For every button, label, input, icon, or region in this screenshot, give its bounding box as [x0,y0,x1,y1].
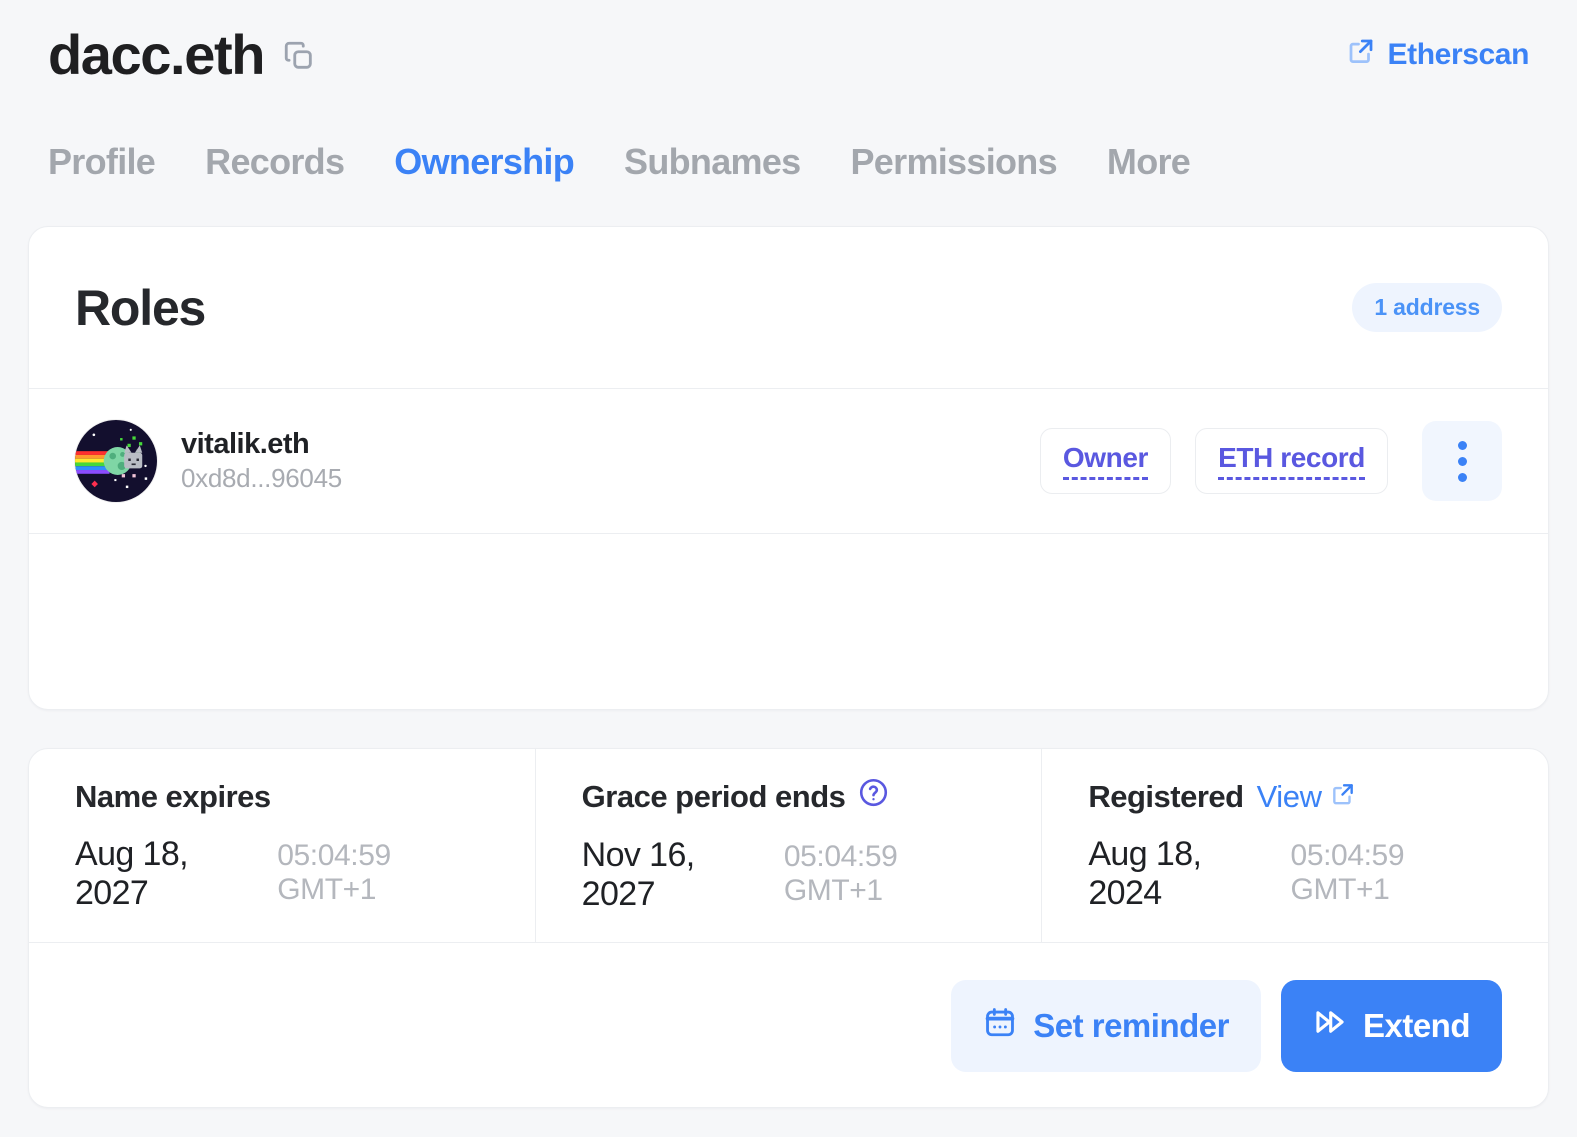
grace-period-label: Grace period ends [582,777,996,816]
external-link-icon [1346,36,1376,74]
name-expires-date: Aug 18, 2027 [75,835,262,913]
date-column-registered: Registered View Aug 18, 2024 [1041,749,1548,942]
page-title: dacc.eth [48,27,264,83]
set-reminder-button[interactable]: Set reminder [951,980,1261,1072]
ens-name-page: dacc.eth Etherscan Profile Records [0,0,1577,1137]
fast-forward-icon [1313,1005,1347,1047]
name-expires-label-text: Name expires [75,779,271,815]
copy-icon[interactable] [282,39,316,78]
role-tag-eth-record[interactable]: ETH record [1195,428,1388,494]
role-row: vitalik.eth 0xd8d...96045 Owner ETH reco… [29,389,1548,534]
identity: vitalik.eth 0xd8d...96045 [181,428,342,494]
grace-period-label-text: Grace period ends [582,779,846,815]
registered-time: 05:04:59 GMT+1 [1291,839,1502,907]
kebab-dot [1458,473,1467,482]
tab-ownership[interactable]: Ownership [394,140,574,183]
calendar-icon [983,1005,1017,1047]
role-tag-owner-label: Owner [1063,442,1148,480]
grace-period-time: 05:04:59 GMT+1 [784,840,995,908]
grace-period-date: Nov 16, 2027 [582,836,769,914]
kebab-dot [1458,457,1467,466]
date-column-name-expires: Name expires Aug 18, 2027 05:04:59 GMT+1 [29,749,535,942]
address-count-badge: 1 address [1352,283,1502,332]
registered-view-label: View [1257,779,1322,815]
identity-address: 0xd8d...96045 [181,463,342,494]
nyan-cat-avatar [75,420,157,502]
registration-dates-card: Name expires Aug 18, 2027 05:04:59 GMT+1… [28,748,1549,1108]
name-expires-value: Aug 18, 2027 05:04:59 GMT+1 [75,835,489,913]
date-column-grace-period: Grace period ends Nov 16, 2027 05:04:59 … [535,749,1042,942]
roles-card: Roles 1 address [28,226,1549,710]
kebab-menu-icon[interactable] [1422,421,1502,501]
tab-permissions[interactable]: Permissions [851,140,1057,183]
identity-name: vitalik.eth [181,428,342,461]
roles-header: Roles 1 address [29,227,1548,389]
tab-more[interactable]: More [1107,140,1190,183]
tab-subnames[interactable]: Subnames [624,140,800,183]
external-link-icon [1330,779,1356,815]
grace-period-value: Nov 16, 2027 05:04:59 GMT+1 [582,836,996,914]
set-reminder-label: Set reminder [1033,1007,1229,1045]
tab-bar: Profile Records Ownership Subnames Permi… [48,140,1190,183]
registered-value: Aug 18, 2024 05:04:59 GMT+1 [1088,835,1502,913]
etherscan-link[interactable]: Etherscan [1346,36,1529,74]
actions-row: Set reminder Extend [29,943,1548,1108]
name-expires-time: 05:04:59 GMT+1 [277,839,488,907]
extend-label: Extend [1363,1007,1470,1045]
registered-view-link[interactable]: View [1257,779,1356,815]
tab-records[interactable]: Records [205,140,344,183]
page-header: dacc.eth Etherscan [0,0,1577,110]
registered-label-text: Registered [1088,779,1243,815]
role-tag-owner[interactable]: Owner [1040,428,1171,494]
extend-button[interactable]: Extend [1281,980,1502,1072]
kebab-dot [1458,441,1467,450]
role-tag-eth-record-label: ETH record [1218,442,1365,480]
tab-profile[interactable]: Profile [48,140,155,183]
dates-row: Name expires Aug 18, 2027 05:04:59 GMT+1… [29,749,1548,943]
registered-label: Registered View [1088,779,1502,815]
registered-date: Aug 18, 2024 [1088,835,1275,913]
name-title-group: dacc.eth [48,27,316,83]
question-circle-icon[interactable] [858,777,889,816]
name-expires-label: Name expires [75,779,489,815]
etherscan-label: Etherscan [1388,38,1529,72]
roles-title: Roles [75,279,205,337]
